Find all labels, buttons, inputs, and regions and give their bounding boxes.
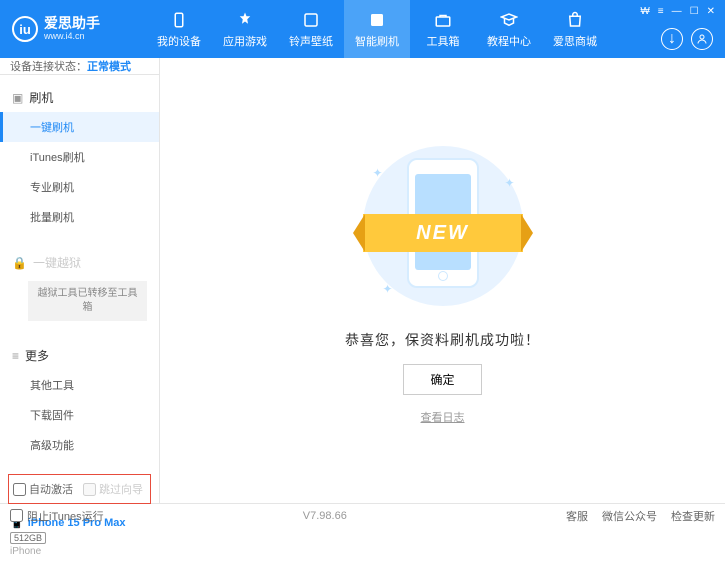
- minimize-icon[interactable]: —: [672, 6, 682, 17]
- ok-button[interactable]: 确定: [403, 364, 481, 395]
- list-icon: ▣: [12, 91, 23, 105]
- success-message: 恭喜您，保资料刷机成功啦！: [345, 330, 540, 350]
- logo: iu 爱思助手 www.i4.cn: [12, 16, 146, 42]
- sidebar-item-oneclick-flash[interactable]: 一键刷机: [0, 112, 159, 142]
- sidebar-item-itunes-flash[interactable]: iTunes刷机: [0, 142, 159, 172]
- app-header: iu 爱思助手 www.i4.cn 我的设备 应用游戏 铃声壁纸 智能刷机 工具…: [0, 0, 725, 58]
- nav-smart-flash[interactable]: 智能刷机: [344, 0, 410, 58]
- connection-status: 设备连接状态： 正常模式: [0, 58, 159, 75]
- logo-icon: iu: [12, 16, 38, 42]
- block-itunes-checkbox[interactable]: 阻止iTunes运行: [10, 508, 104, 524]
- window-controls: ₩ ≡ — ☐ ✕: [640, 6, 715, 17]
- sidebar: 设备连接状态： 正常模式 ▣刷机 一键刷机 iTunes刷机 专业刷机 批量刷机…: [0, 58, 160, 503]
- auto-activate-checkbox[interactable]: 自动激活: [13, 481, 73, 497]
- device-storage: 512GB: [10, 532, 46, 544]
- skip-guide-checkbox[interactable]: 跳过向导: [83, 481, 143, 497]
- lock-icon: 🔒: [12, 256, 27, 270]
- sidebar-item-download-firmware[interactable]: 下载固件: [0, 400, 159, 430]
- settings-icon[interactable]: ₩: [640, 6, 649, 17]
- main-content: ✦ ✦ ✦ NEW 恭喜您，保资料刷机成功啦！ 确定 查看日志: [160, 58, 725, 503]
- nav-ringtone-wallpaper[interactable]: 铃声壁纸: [278, 0, 344, 58]
- maximize-icon[interactable]: ☐: [690, 6, 699, 17]
- sidebar-section-jailbreak: 🔒一键越狱: [0, 248, 159, 277]
- options-highlight-box: 自动激活 跳过向导: [8, 474, 151, 504]
- footer-wechat-link[interactable]: 微信公众号: [602, 508, 657, 524]
- user-button[interactable]: [691, 28, 713, 50]
- footer-update-link[interactable]: 检查更新: [671, 508, 715, 524]
- nav-tutorials[interactable]: 教程中心: [476, 0, 542, 58]
- sidebar-item-other-tools[interactable]: 其他工具: [0, 370, 159, 400]
- app-url: www.i4.cn: [44, 32, 100, 42]
- flash-icon: [367, 10, 387, 30]
- app-title: 爱思助手: [44, 16, 100, 31]
- toolbox-icon: [433, 10, 453, 30]
- more-icon: ≡: [12, 349, 19, 363]
- sidebar-jailbreak-notice: 越狱工具已转移至工具箱: [28, 281, 147, 321]
- sidebar-item-advanced[interactable]: 高级功能: [0, 430, 159, 460]
- sidebar-section-more[interactable]: ≡更多: [0, 341, 159, 370]
- sidebar-section-flash[interactable]: ▣刷机: [0, 83, 159, 112]
- new-banner: NEW: [363, 214, 523, 252]
- nav-store[interactable]: 爱思商城: [542, 0, 608, 58]
- sidebar-item-batch-flash[interactable]: 批量刷机: [0, 202, 159, 232]
- view-log-link[interactable]: 查看日志: [421, 409, 465, 425]
- sidebar-item-pro-flash[interactable]: 专业刷机: [0, 172, 159, 202]
- close-icon[interactable]: ✕: [707, 6, 715, 17]
- wallpaper-icon: [301, 10, 321, 30]
- store-icon: [565, 10, 585, 30]
- tutorial-icon: [499, 10, 519, 30]
- success-illustration: ✦ ✦ ✦ NEW: [353, 136, 533, 316]
- menu-icon[interactable]: ≡: [658, 6, 664, 17]
- version-label: V7.98.66: [303, 510, 347, 522]
- top-nav: 我的设备 应用游戏 铃声壁纸 智能刷机 工具箱 教程中心 爱思商城: [146, 0, 608, 58]
- download-button[interactable]: ↓: [661, 28, 683, 50]
- nav-apps-games[interactable]: 应用游戏: [212, 0, 278, 58]
- device-icon: [169, 10, 189, 30]
- nav-my-device[interactable]: 我的设备: [146, 0, 212, 58]
- apps-icon: [235, 10, 255, 30]
- footer-support-link[interactable]: 客服: [566, 508, 588, 524]
- nav-toolbox[interactable]: 工具箱: [410, 0, 476, 58]
- device-type: iPhone: [10, 546, 149, 557]
